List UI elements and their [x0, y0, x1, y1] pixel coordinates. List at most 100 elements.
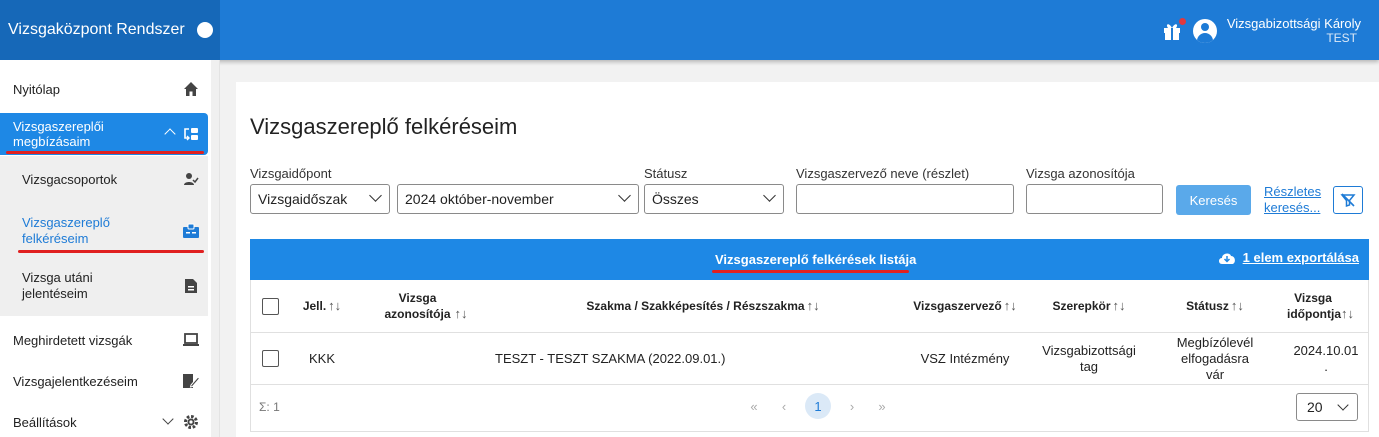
user-environment: TEST — [1326, 31, 1357, 45]
next-page-icon[interactable]: › — [837, 399, 867, 414]
column-header-profession[interactable]: Szakma / Szakképesítés / Részszakma ↑↓ — [495, 280, 911, 332]
column-header-exam-date[interactable]: Vizsga időpontja ↑↓ — [1271, 280, 1370, 332]
highlight-underline — [18, 250, 204, 253]
sort-icon: ↑↓ — [1341, 306, 1354, 321]
user-name: Vizsgabizottsági Károly — [1226, 16, 1361, 31]
column-label: Vizsgaszervező — [913, 299, 1002, 313]
table-title: Vizsgaszereplő felkérések listája — [715, 252, 917, 267]
advanced-search-link[interactable]: Részletes keresés... — [1264, 184, 1324, 216]
badge-icon — [182, 222, 200, 240]
user-menu[interactable]: Vizsgabizottsági Károly TEST — [1227, 16, 1361, 46]
theme-toggle-icon[interactable] — [196, 22, 213, 38]
column-header-exam-id[interactable]: Vizsga azonosítója ↑↓ — [355, 280, 495, 332]
table-row[interactable]: KKK TESZT - TESZT SZAKMA (2022.09.01.) V… — [251, 333, 1368, 385]
sidebar-item-settings[interactable]: Beállítások — [0, 408, 208, 436]
filter-off-icon — [1340, 193, 1356, 208]
sidebar-item-label: Beállítások — [13, 414, 77, 430]
status-select[interactable]: Összes — [644, 184, 784, 214]
column-header-jell[interactable]: Jell. ↑↓ — [289, 280, 355, 332]
page-button-current[interactable]: 1 — [805, 393, 831, 419]
cloud-download-icon — [1218, 253, 1235, 264]
status-value: Összes — [652, 191, 699, 207]
sort-icon: ↑↓ — [328, 298, 342, 313]
top-bar: Vizsgaközpont Rendszer Vizsgabizottsági … — [0, 0, 1379, 60]
status-label: Státusz — [644, 166, 688, 181]
table-header-row: Jell. ↑↓ Vizsga azonosítója ↑↓ Szakma / Sz… — [251, 280, 1368, 333]
sidebar-subitem-requests[interactable]: Vizsgaszereplő felkéréseim — [0, 211, 208, 251]
page-title: Vizsgaszereplő felkéréseim — [250, 114, 518, 139]
chevron-up-icon[interactable] — [164, 128, 176, 140]
sidebar-scrollbar[interactable] — [211, 60, 219, 437]
export-label: 1 elem exportálása — [1242, 250, 1359, 265]
cell-role: Vizsgabizottsági tag — [1042, 342, 1136, 374]
chevron-down-icon — [369, 189, 382, 202]
sidebar: Nyitólap Vizsgaszereplői megbízásaim Viz… — [0, 60, 220, 437]
sort-icon: ↑↓ — [1230, 298, 1244, 313]
sidebar-subitem-label: Vizsgacsoportok — [22, 171, 118, 187]
avatar[interactable] — [1192, 19, 1217, 43]
exam-date-type-select[interactable]: Vizsgaidőszak — [250, 184, 390, 214]
sidebar-item-label: Vizsgajelentkezéseim — [13, 373, 138, 389]
column-header-status[interactable]: Státusz ↑↓ — [1159, 280, 1271, 332]
cell-organizer: VSZ Intézmény — [920, 350, 1010, 366]
sidebar-item-home[interactable]: Nyitólap — [0, 74, 208, 104]
user-area: Vizsgabizottsági Károly TEST — [1161, 14, 1361, 48]
organizer-label: Vizsgaszervező neve (részlet) — [796, 166, 970, 181]
app-brand[interactable]: Vizsgaközpont Rendszer — [0, 0, 220, 60]
page-size-select[interactable]: 20 — [1296, 393, 1358, 421]
sort-icon: ↑↓ — [806, 298, 820, 313]
table-footer: Σ: 1 « ‹ 1 › » 20 — [251, 385, 1368, 431]
sidebar-item-assignments[interactable]: Vizsgaszereplői megbízásaim — [0, 113, 208, 155]
prev-page-icon[interactable]: ‹ — [769, 399, 799, 414]
sort-icon: ↑↓ — [1003, 298, 1017, 313]
column-label: Jell. — [302, 299, 327, 313]
highlight-underline — [6, 151, 204, 154]
row-checkbox[interactable] — [261, 350, 279, 367]
highlight-underline — [712, 270, 909, 273]
sidebar-item-announced-exams[interactable]: Meghirdetett vizsgák — [0, 326, 208, 354]
chevron-down-icon — [1337, 399, 1349, 411]
select-all-checkbox-cell — [251, 280, 289, 332]
column-label: Szerepkör — [1052, 299, 1111, 313]
exam-period-select[interactable]: 2024 október-november — [397, 184, 639, 214]
export-link[interactable]: 1 elem exportálása — [1217, 250, 1359, 265]
sidebar-submenu: Vizsgacsoportok Vizsgaszereplő felkérése… — [0, 156, 208, 316]
cell-profession: TESZT - TESZT SZAKMA (2022.09.01.) — [495, 350, 726, 366]
chevron-down-icon[interactable] — [162, 413, 174, 425]
page-size-value: 20 — [1307, 399, 1323, 415]
column-label: Vizsga azonosítója — [384, 291, 451, 321]
search-button[interactable]: Keresés — [1176, 185, 1251, 215]
clear-filter-button[interactable] — [1333, 186, 1363, 214]
requests-table: Jell. ↑↓ Vizsga azonosítója ↑↓ Szakma / Sz… — [250, 280, 1369, 432]
laptop-icon — [182, 331, 200, 349]
row-checkbox-cell — [251, 333, 289, 384]
sidebar-subitem-exam-groups[interactable]: Vizsgacsoportok — [0, 164, 208, 194]
exam-date-type-value: Vizsgaidőszak — [258, 191, 348, 207]
sidebar-subitem-reports[interactable]: Vizsga utáni jelentéseim — [0, 266, 208, 306]
column-header-role[interactable]: Szerepkör ↑↓ — [1019, 280, 1159, 332]
report-icon — [182, 277, 200, 295]
column-label: Vizsga időpontja — [1287, 291, 1341, 321]
exam-id-input[interactable] — [1026, 184, 1163, 214]
pagination: « ‹ 1 › » — [739, 393, 897, 419]
assignment-swap-icon — [182, 125, 200, 143]
table-header-bar: Vizsgaszereplő felkérések listája 1 elem… — [250, 239, 1369, 280]
sidebar-item-registrations[interactable]: Vizsgajelentkezéseim — [0, 367, 208, 395]
column-label: Szakma / Szakképesítés / Részszakma — [586, 299, 805, 313]
select-all-checkbox[interactable] — [261, 297, 279, 315]
chevron-down-icon — [618, 189, 631, 202]
exam-period-value: 2024 október-november — [405, 191, 554, 207]
sidebar-subitem-label: Vizsga utáni jelentéseim — [22, 270, 93, 301]
first-page-icon[interactable]: « — [739, 399, 769, 414]
sidebar-item-label: Nyitólap — [13, 81, 60, 97]
sidebar-item-label: Meghirdetett vizsgák — [13, 332, 133, 348]
notification-dot — [1178, 18, 1186, 25]
exam-id-label: Vizsga azonosítója — [1026, 166, 1135, 181]
exam-date-label: Vizsgaidőpont — [250, 166, 332, 181]
cell-jell: KKK — [308, 350, 335, 366]
gift-icon[interactable] — [1161, 18, 1186, 42]
column-header-organizer[interactable]: Vizsgaszervező ↑↓ — [911, 280, 1019, 332]
last-page-icon[interactable]: » — [867, 399, 897, 414]
organizer-input[interactable] — [796, 184, 1014, 214]
main-content: Vizsgaszereplő felkéréseim Vizsgaidőpont… — [236, 82, 1379, 437]
